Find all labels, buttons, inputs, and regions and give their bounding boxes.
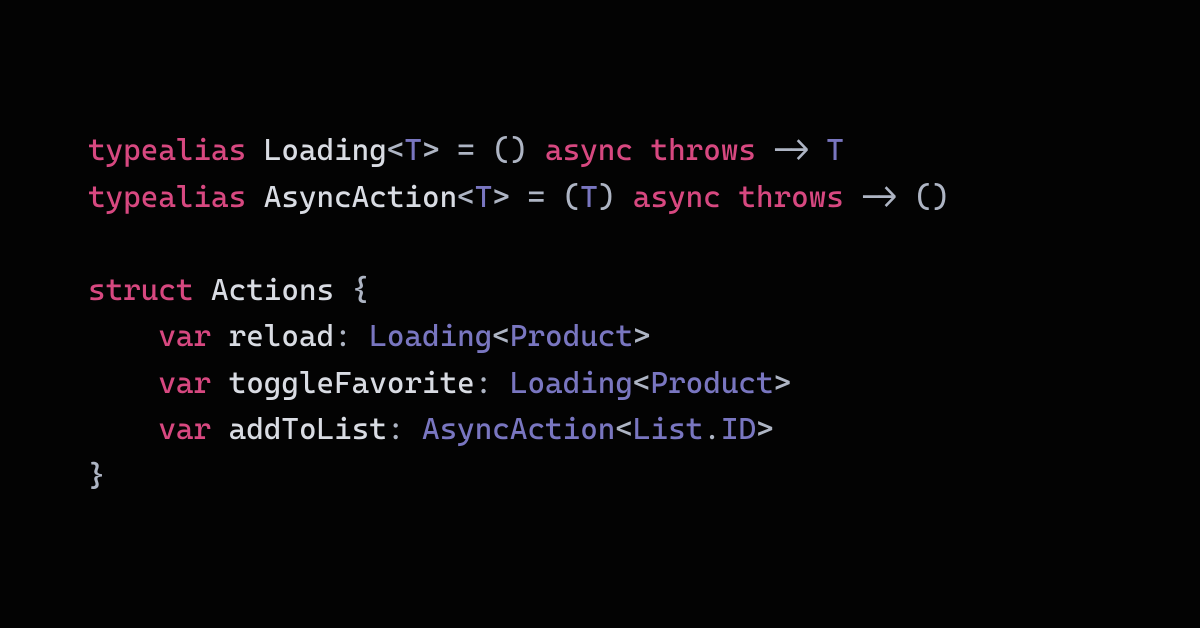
code-token [510,180,528,215]
code-token: var [158,366,211,401]
code-token: < [615,412,633,447]
code-token: > [422,133,440,168]
code-token [211,412,229,447]
code-token: -> [861,180,896,215]
code-token: () [897,180,950,215]
code-token: T [580,180,598,215]
code-token: > [756,412,774,447]
code-token [756,133,774,168]
code-token: T [404,133,422,168]
code-token [88,412,158,447]
code-token: { [334,273,369,308]
code-token: reload [229,319,334,354]
code-token: } [88,459,106,494]
code-token: : [387,412,422,447]
code-token: > [774,366,792,401]
code-token: < [492,319,510,354]
code-token: < [387,133,405,168]
code-token: = [527,180,545,215]
code-token: List [633,412,703,447]
code-token: : [475,366,510,401]
code-token: async [633,180,721,215]
code-token: : [334,319,369,354]
code-token: > [492,180,510,215]
code-token: struct [88,273,193,308]
code-token: -> [774,133,809,168]
code-token: Product [510,319,633,354]
code-token: AsyncAction [264,180,457,215]
code-token: typealias [88,133,246,168]
code-token: . [703,412,721,447]
code-token [809,133,827,168]
code-token: throws [738,180,843,215]
code-token: ( [545,180,580,215]
code-token: Loading [264,133,387,168]
code-block: typealias Loading<T> = () async throws -… [88,128,949,500]
code-token: ID [721,412,756,447]
code-token [211,319,229,354]
code-token: () [475,133,545,168]
code-token: T [475,180,493,215]
code-token: ) [598,180,633,215]
code-token [246,180,264,215]
code-token: < [633,366,651,401]
code-token [193,273,211,308]
code-token [844,180,862,215]
code-token: < [457,180,475,215]
code-token [211,366,229,401]
code-token [440,133,458,168]
code-token [633,133,651,168]
code-token [88,319,158,354]
code-token: toggleFavorite [229,366,475,401]
code-token [721,180,739,215]
code-token: AsyncAction [422,412,615,447]
code-token: addToList [229,412,387,447]
code-token: Loading [510,366,633,401]
code-token: var [158,319,211,354]
code-token: Product [651,366,774,401]
code-token: > [633,319,651,354]
code-token: var [158,412,211,447]
code-token: throws [651,133,756,168]
code-token: = [457,133,475,168]
code-token [246,133,264,168]
code-token: Loading [369,319,492,354]
code-token: T [826,133,844,168]
code-token: Actions [211,273,334,308]
code-token: async [545,133,633,168]
code-token: typealias [88,180,246,215]
code-token [88,366,158,401]
